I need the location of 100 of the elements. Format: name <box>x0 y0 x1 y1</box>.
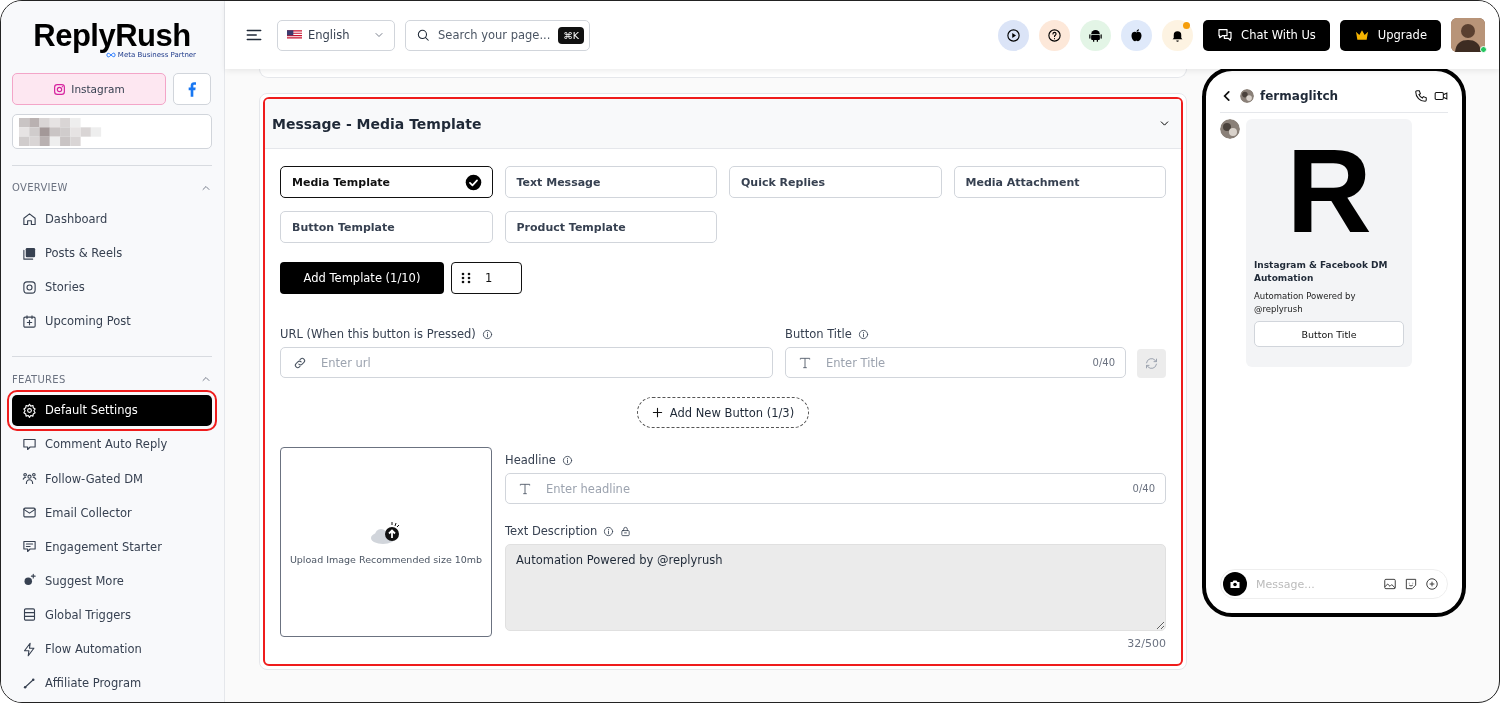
message-text: Automation Powered by @replyrush <box>1254 290 1357 316</box>
input-field[interactable]: Enter url <box>280 347 773 378</box>
home-icon <box>22 211 37 227</box>
facebook-button[interactable] <box>173 73 211 105</box>
field-label: Text Description <box>505 524 598 538</box>
chat-button[interactable]: Chat With Us <box>1203 19 1330 51</box>
video-camera-icon[interactable] <box>1434 89 1448 103</box>
message-title: Instagram & Facebook DM Automation <box>1254 259 1389 285</box>
image-icon[interactable] <box>1383 577 1397 591</box>
sidebar-item[interactable]: Global Triggers <box>12 599 212 631</box>
info-icon <box>481 328 493 340</box>
template-option[interactable]: Quick Replies <box>729 166 942 198</box>
help-icon <box>1047 27 1063 43</box>
sidebar-item[interactable]: Email Collector <box>12 497 212 528</box>
template-tab[interactable]: 1 <box>451 262 522 294</box>
sidebar-item[interactable]: Posts & Reels <box>12 237 212 269</box>
template-option[interactable]: Button Template <box>280 211 493 243</box>
message-input[interactable]: Message... <box>1254 576 1376 592</box>
text-icon <box>518 481 532 496</box>
info-icon <box>857 328 869 340</box>
flag-icon <box>287 30 302 40</box>
gear-icon <box>22 402 37 418</box>
apple-button[interactable] <box>1121 19 1153 51</box>
drag-handle-icon <box>461 272 471 284</box>
shortcut-key: ⌘K <box>558 26 584 44</box>
sticker-icon[interactable] <box>1404 577 1418 591</box>
username: fermaglitch <box>1260 89 1339 103</box>
field-label: URL (When this button is Pressed) <box>280 327 476 341</box>
logo: ReplyRush <box>33 19 191 53</box>
template-option[interactable]: Product Template <box>504 211 717 243</box>
profile-avatar-icon <box>1240 89 1254 103</box>
plus-icon <box>651 407 663 418</box>
sidebar-item[interactable]: Stories <box>12 271 212 303</box>
message-icon <box>22 539 37 555</box>
language-select[interactable]: English <box>277 19 395 51</box>
lock-icon <box>620 525 632 537</box>
field-label: Headline <box>505 453 556 467</box>
text-icon <box>798 355 812 370</box>
search-input[interactable]: Search your page... <box>436 27 553 43</box>
character-counter: 32/500 <box>1126 637 1166 650</box>
template-option[interactable]: Text Message <box>504 166 717 198</box>
search-field[interactable]: Search your page... ⌘K <box>405 19 590 51</box>
lightning-icon <box>22 641 37 657</box>
upload-hint: Upload Image Recommended size 10mb <box>289 553 483 565</box>
text-input[interactable]: Enter url <box>319 354 762 371</box>
sidebar-item[interactable]: Upcoming Post <box>12 306 212 337</box>
phone-icon[interactable] <box>1414 89 1428 103</box>
camera-icon <box>22 279 37 295</box>
message-button[interactable]: Button Title <box>1254 321 1404 347</box>
chat-icon <box>22 436 37 452</box>
text-area[interactable]: Automation Powered by @replyrush <box>505 544 1166 631</box>
info-icon <box>561 454 573 466</box>
sidebar-item[interactable]: Follow-Gated DM <box>12 463 212 494</box>
add-button[interactable]: Add New Button (1/3) <box>636 397 810 428</box>
sidebar-item[interactable]: Engagement Starter <box>12 531 212 563</box>
avatar[interactable] <box>1451 18 1485 52</box>
upgrade-button[interactable]: Upgrade <box>1339 19 1441 51</box>
section-heading: FEATURES <box>12 373 66 385</box>
template-option[interactable]: Media Attachment <box>953 166 1166 198</box>
add-template-button[interactable]: Add Template (1/10) <box>280 262 444 294</box>
profile-avatar-icon <box>1220 119 1240 139</box>
sidebar-item[interactable]: Suggest More <box>12 565 212 597</box>
instagram-button[interactable]: Instagram <box>12 73 166 105</box>
bell-button[interactable] <box>1162 19 1194 51</box>
input-field[interactable]: Enter Title 0/40 <box>785 347 1126 378</box>
character-counter: 0/40 <box>1092 357 1115 368</box>
upload-area[interactable]: Upload Image Recommended size 10mb <box>280 447 492 637</box>
chat-bubbles-icon <box>1217 27 1234 43</box>
camera-icon <box>1229 578 1241 590</box>
plus-circle-icon[interactable] <box>1425 577 1439 591</box>
text-input[interactable]: Enter headline <box>544 480 1121 497</box>
calendar-icon <box>22 313 37 329</box>
logo: R <box>1286 127 1372 255</box>
camera-button[interactable] <box>1223 572 1247 596</box>
list-icon <box>22 607 37 623</box>
input-field[interactable]: Enter headline 0/40 <box>505 473 1166 504</box>
mail-icon <box>22 505 37 521</box>
sidebar-item[interactable]: Affiliate Program <box>12 667 212 699</box>
sidebar-item[interactable]: Dashboard <box>12 203 212 235</box>
section-heading: OVERVIEW <box>12 182 68 194</box>
android-icon <box>1088 27 1104 43</box>
user-avatar-icon <box>1451 18 1485 52</box>
sidebar-item[interactable]: Flow Automation <box>12 633 212 665</box>
template-option[interactable]: Media Template <box>280 166 493 198</box>
instagram-icon <box>53 82 67 96</box>
info-icon <box>603 525 615 537</box>
text-input[interactable]: Enter Title <box>824 354 1081 371</box>
images-icon <box>22 245 37 261</box>
help-button[interactable] <box>1039 19 1071 51</box>
sidebar-item[interactable]: Comment Auto Reply <box>12 429 212 460</box>
field-label: Button Title <box>785 327 852 341</box>
link-icon <box>293 355 307 370</box>
play-icon <box>1006 27 1022 43</box>
card-header[interactable]: Message - Media Template <box>265 99 1181 149</box>
check-icon <box>464 173 482 191</box>
android-button[interactable] <box>1080 19 1112 51</box>
facebook-icon <box>188 81 196 97</box>
play-button[interactable] <box>998 19 1030 51</box>
meta-logo-icon <box>105 52 116 58</box>
refresh-icon <box>1144 356 1159 371</box>
